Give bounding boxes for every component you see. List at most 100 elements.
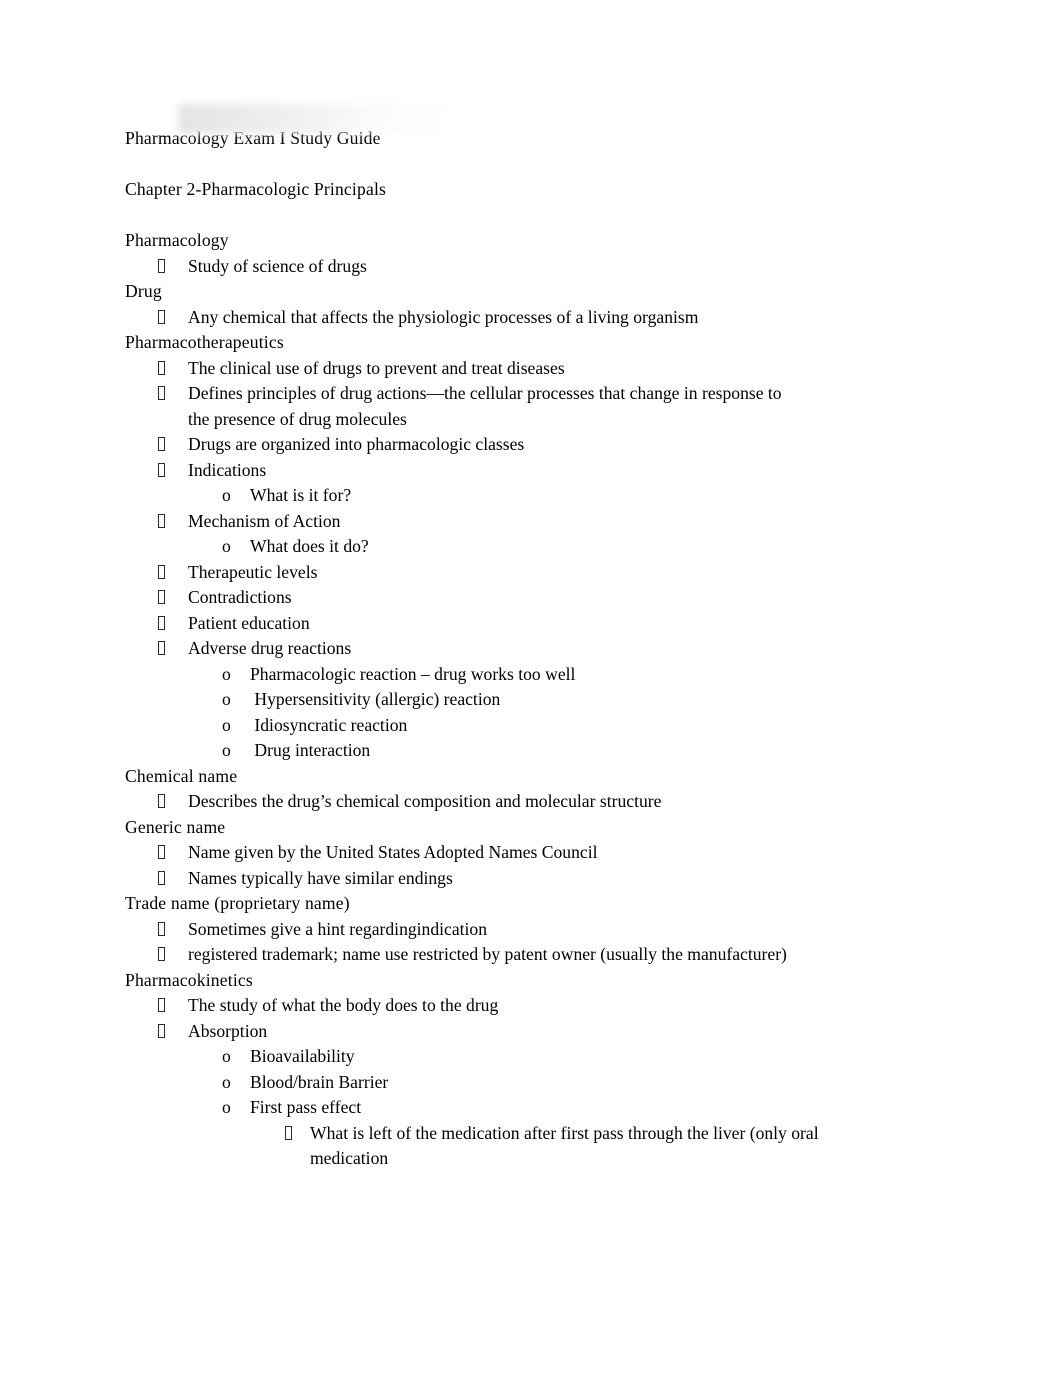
bullet-o-icon: o bbox=[222, 1071, 231, 1092]
tofu-glyph bbox=[158, 998, 165, 1012]
outline-item-text: Describes the drug’s chemical compositio… bbox=[188, 791, 662, 811]
bullet-box-icon bbox=[158, 1019, 188, 1045]
outline-item-text: Hypersensitivity (allergic) reaction bbox=[250, 689, 501, 709]
bullet-o-icon: o bbox=[222, 714, 231, 735]
outline-item-level1: Study of science of drugs bbox=[125, 254, 925, 280]
outline-item-level1: Adverse drug reactions bbox=[125, 636, 925, 662]
outline-item-level2: o Blood/brain Barrier bbox=[125, 1070, 925, 1096]
outline-item-text: Absorption bbox=[188, 1020, 268, 1041]
outline-item-text: Blood/brain Barrier bbox=[250, 1071, 389, 1092]
outline-item-level2: o What is it for? bbox=[125, 483, 925, 509]
outline-item-text: Patient education bbox=[188, 612, 310, 633]
outline-item-level1: Names typically have similar endings bbox=[125, 866, 925, 892]
outline-item-level2: o First pass effect bbox=[125, 1095, 925, 1121]
outline-item-text: What does it do? bbox=[250, 536, 369, 556]
tofu-glyph bbox=[285, 1125, 292, 1140]
outline-item-text: Bioavailability bbox=[250, 1046, 355, 1066]
outline-item-text: Pharmacologic reaction – drug works too … bbox=[250, 663, 576, 684]
tofu-glyph bbox=[158, 870, 165, 885]
bullet-box-icon bbox=[158, 585, 188, 611]
page-title: Pharmacology Exam I Study Guide bbox=[125, 128, 381, 148]
tofu-glyph bbox=[158, 309, 165, 324]
tofu-glyph bbox=[158, 437, 165, 451]
outline-item-text: Study of science of drugs bbox=[188, 255, 367, 276]
outline-term: Generic name bbox=[125, 816, 226, 837]
outline-item-text: First pass effect bbox=[250, 1097, 362, 1117]
outline-item-text: Mechanism of Action bbox=[188, 510, 341, 531]
outline-item-text: Defines principles of drug actions—the c… bbox=[188, 383, 787, 429]
outline-item-text: Sometimes give a hint regardingindicatio… bbox=[188, 918, 488, 939]
tofu-glyph bbox=[158, 258, 165, 273]
outline-item-text: Idiosyncratic reaction bbox=[250, 714, 408, 735]
tofu-glyph bbox=[158, 1023, 165, 1038]
chapter-spacer bbox=[125, 203, 925, 229]
outline-item-level1: Any chemical that affects the physiologi… bbox=[125, 305, 925, 331]
bullet-box-icon bbox=[158, 305, 188, 331]
tofu-glyph bbox=[158, 564, 165, 579]
tofu-glyph bbox=[158, 947, 165, 961]
bullet-o-icon: o bbox=[222, 485, 231, 505]
outline-item-level1: Patient education bbox=[125, 611, 925, 637]
bullet-o-icon: o bbox=[222, 663, 231, 684]
bullet-box-icon bbox=[158, 560, 188, 586]
outline-term: Drug bbox=[125, 281, 162, 301]
outline-item-level1: registered trademark; name use restricte… bbox=[125, 942, 925, 968]
bullet-box-icon bbox=[158, 458, 188, 484]
outline-item-level2: o Hypersensitivity (allergic) reaction bbox=[125, 687, 925, 713]
outline-item-text: Therapeutic levels bbox=[188, 561, 318, 582]
tofu-glyph bbox=[158, 641, 165, 655]
bullet-box-icon bbox=[158, 509, 188, 535]
document-page: Pharmacology Exam I Study Guide Chapter … bbox=[0, 0, 1062, 1377]
tofu-glyph bbox=[158, 615, 165, 630]
outline-item-text: Names typically have similar endings bbox=[188, 867, 453, 888]
outline-item-level1: Contradictions bbox=[125, 585, 925, 611]
bullet-o-icon: o bbox=[222, 740, 231, 760]
tofu-glyph bbox=[158, 513, 165, 528]
bullet-box-icon bbox=[158, 789, 188, 815]
outline-item-level2: o What does it do? bbox=[125, 534, 925, 560]
bullet-box-icon bbox=[158, 636, 188, 662]
bullet-box-icon bbox=[158, 840, 188, 866]
tofu-glyph bbox=[158, 845, 165, 859]
bullet-o-icon: o bbox=[222, 536, 231, 556]
outline-item-text: registered trademark; name use restricte… bbox=[188, 944, 787, 964]
bullet-box-icon bbox=[158, 942, 188, 968]
outline-item-text: Any chemical that affects the physiologi… bbox=[188, 306, 699, 327]
bullet-o-icon: o bbox=[222, 1046, 231, 1066]
tofu-glyph bbox=[158, 921, 165, 936]
bullet-box-icon bbox=[158, 866, 188, 892]
outline-term: Pharmacotherapeutics bbox=[125, 332, 284, 352]
bullet-box-icon bbox=[158, 917, 188, 943]
outline-item-level1: Describes the drug’s chemical compositio… bbox=[125, 789, 925, 815]
bullet-o-icon: o bbox=[222, 689, 231, 709]
outline-item-level1: Mechanism of Action bbox=[125, 509, 925, 535]
bullet-box-icon bbox=[158, 432, 188, 458]
outline-item-level2: o Bioavailability bbox=[125, 1044, 925, 1070]
outline-item-level1: The clinical use of drugs to prevent and… bbox=[125, 356, 925, 382]
outline-term: Pharmacokinetics bbox=[125, 969, 253, 990]
outline-item-text: Drugs are organized into pharmacologic c… bbox=[188, 434, 525, 454]
bullet-box-icon bbox=[158, 254, 188, 280]
outline-item-level1: Name given by the United States Adopted … bbox=[125, 840, 925, 866]
outline-term: Pharmacology bbox=[125, 230, 229, 250]
title-spacer bbox=[125, 152, 925, 178]
outline-item-text: The study of what the body does to the d… bbox=[188, 995, 499, 1015]
tofu-glyph bbox=[158, 794, 165, 808]
outline-item-level1: Sometimes give a hint regardingindicatio… bbox=[125, 917, 925, 943]
outline-item-text: The clinical use of drugs to prevent and… bbox=[188, 357, 565, 378]
outline-item-level1: Defines principles of drug actions—the c… bbox=[125, 381, 925, 432]
outline-item-level1: Indications bbox=[125, 458, 925, 484]
chapter-heading-wrapper: Chapter 2-Pharmacologic Principals bbox=[125, 177, 925, 203]
bullet-box-icon bbox=[158, 356, 188, 382]
outline-item-level1: Absorption bbox=[125, 1019, 925, 1045]
outline-item-text: Indications bbox=[188, 459, 267, 480]
outline-term: Chemical name bbox=[125, 765, 238, 786]
tofu-glyph bbox=[158, 462, 165, 477]
outline-item-level2: o Idiosyncratic reaction bbox=[125, 713, 925, 739]
bullet-box-icon bbox=[158, 381, 188, 407]
outline-item-level3: What is left of the medication after fir… bbox=[125, 1121, 925, 1172]
outline-item-text: Name given by the United States Adopted … bbox=[188, 842, 598, 862]
outline-item-text: What is it for? bbox=[250, 485, 352, 505]
bullet-box-icon bbox=[158, 993, 188, 1019]
tofu-glyph bbox=[158, 360, 165, 375]
